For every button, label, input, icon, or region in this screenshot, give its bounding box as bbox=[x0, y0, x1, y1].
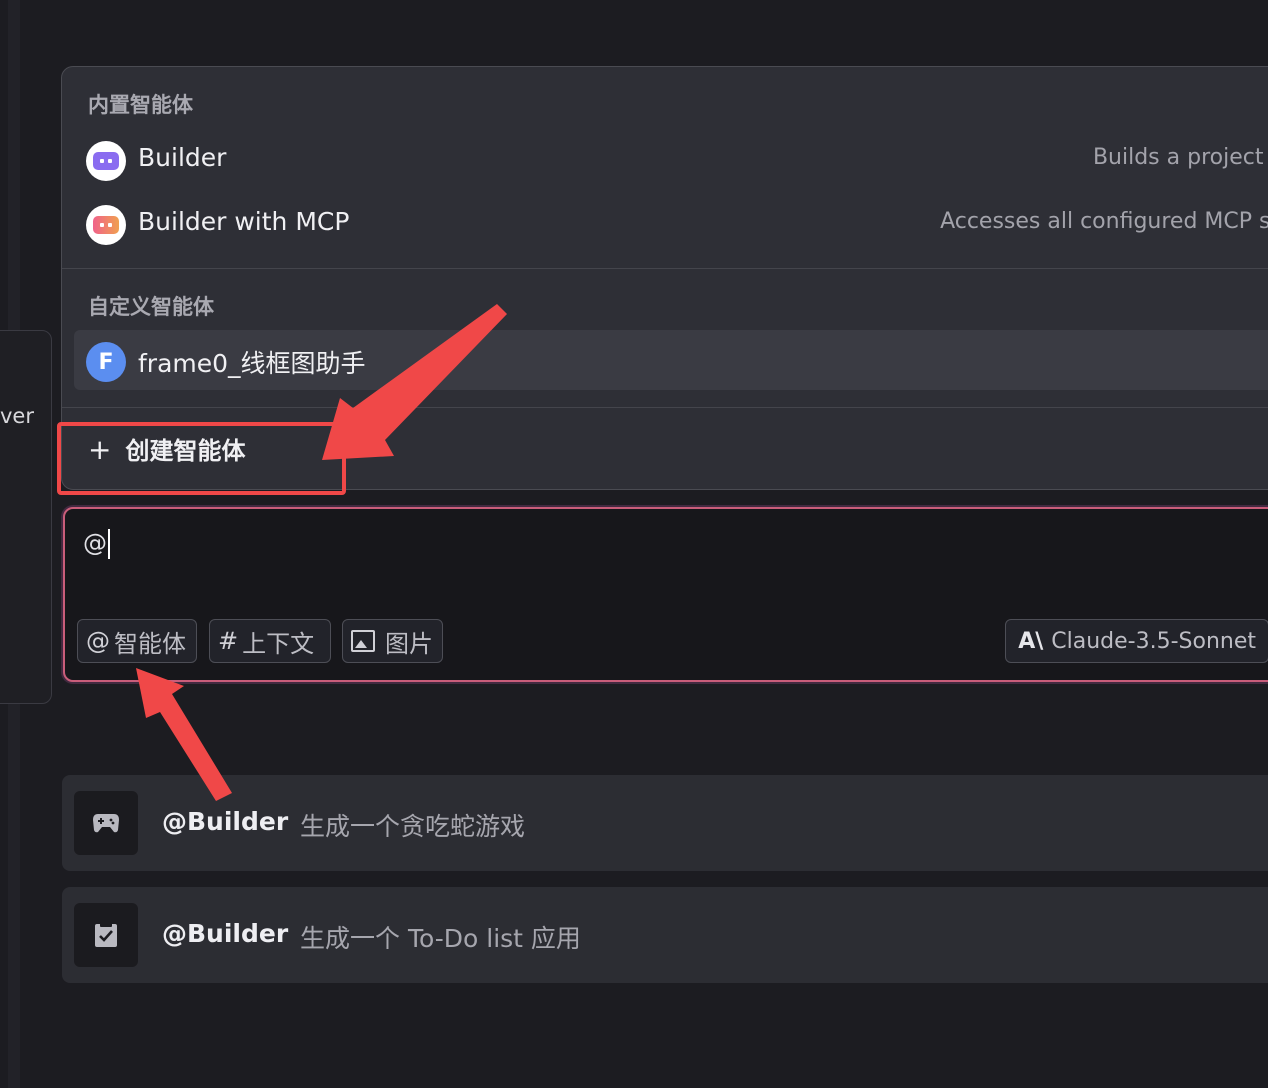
model-selector[interactable]: A\ Claude-3.5-Sonnet bbox=[1005, 619, 1268, 663]
at-icon: @ bbox=[86, 627, 110, 655]
checklist-icon bbox=[74, 903, 138, 967]
annotation-highlight-box bbox=[57, 422, 346, 495]
suggestion-card[interactable]: @Builder 生成一个 To-Do list 应用 bbox=[62, 887, 1268, 983]
suggestion-card[interactable]: @Builder 生成一个贪吃蛇游戏 bbox=[62, 775, 1268, 871]
builder-mcp-avatar-icon bbox=[86, 205, 126, 245]
agent-item-builder[interactable]: Builder Builds a project e bbox=[74, 129, 1268, 189]
custom-section-title: 自定义智能体 bbox=[88, 295, 214, 319]
suggestion-text: 生成一个贪吃蛇游戏 bbox=[300, 812, 526, 841]
agent-chip-button[interactable]: @ 智能体 bbox=[77, 619, 197, 663]
agent-name: Builder bbox=[138, 143, 227, 172]
side-panel bbox=[0, 330, 52, 704]
chat-input-value: @ bbox=[83, 529, 107, 557]
builtin-section-title: 内置智能体 bbox=[88, 93, 193, 117]
section-divider bbox=[62, 268, 1268, 269]
gamepad-icon bbox=[74, 791, 138, 855]
frame0-avatar-icon: F bbox=[86, 342, 126, 382]
suggestion-agent: @Builder bbox=[162, 919, 289, 948]
agent-name: Builder with MCP bbox=[138, 207, 350, 236]
context-chip-button[interactable]: # 上下文 bbox=[209, 619, 331, 663]
anthropic-logo-icon: A\ bbox=[1018, 628, 1044, 654]
model-label: Claude-3.5-Sonnet bbox=[1051, 628, 1256, 654]
image-chip-button[interactable]: 图片 bbox=[342, 619, 443, 663]
chip-label: 图片 bbox=[385, 629, 433, 658]
builder-avatar-icon bbox=[86, 141, 126, 181]
text-caret bbox=[108, 529, 110, 559]
image-icon bbox=[351, 630, 375, 652]
chat-input[interactable]: @ @ 智能体 # 上下文 图片 A\ Claude-3.5-Sonnet bbox=[63, 507, 1268, 682]
suggestion-text: 生成一个 To-Do list 应用 bbox=[300, 924, 581, 953]
chat-input-text[interactable]: @ bbox=[83, 529, 110, 559]
agent-description: Accesses all configured MCP se bbox=[940, 209, 1268, 234]
section-divider bbox=[62, 407, 1268, 408]
agent-description: Builds a project e bbox=[1092, 145, 1268, 170]
agent-item-builder-with-mcp[interactable]: Builder with MCP Accesses all configured… bbox=[74, 193, 1268, 253]
agent-name: frame0_线框图助手 bbox=[138, 349, 366, 378]
side-panel-partial-text: ver bbox=[0, 404, 34, 428]
suggestion-agent: @Builder bbox=[162, 807, 289, 836]
agent-item-frame0[interactable]: F frame0_线框图助手 bbox=[74, 330, 1268, 390]
chip-label: 智能体 bbox=[114, 629, 186, 658]
hash-icon: # bbox=[218, 627, 239, 655]
chip-label: 上下文 bbox=[242, 629, 315, 658]
